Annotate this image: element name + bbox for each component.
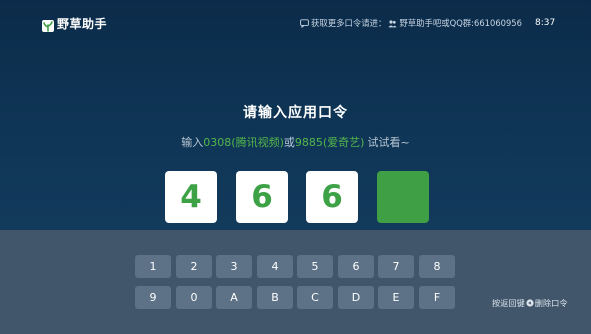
key-d[interactable]: D [338, 286, 374, 309]
hint-prefix: 输入 [181, 136, 204, 149]
key-8[interactable]: 8 [419, 255, 455, 278]
hint-app-tencent: (腾讯视频) [231, 136, 284, 149]
key-f[interactable]: F [419, 286, 455, 309]
brand-name: 野草助手 [57, 16, 108, 31]
code-input[interactable]: 4 6 6 [165, 171, 429, 223]
back-hint-prefix: 按返回键 [492, 298, 525, 308]
key-0[interactable]: 0 [176, 286, 212, 309]
key-2[interactable]: 2 [176, 255, 212, 278]
message-icon [300, 18, 309, 28]
keypad-area: 1 2 3 4 5 6 7 8 9 0 A B C D E F 按返回键 删除口… [0, 230, 591, 334]
code-digit-4-active[interactable] [377, 171, 429, 223]
keypad: 1 2 3 4 5 6 7 8 9 0 A B C D E F [135, 255, 455, 310]
group-chat-icon [388, 19, 397, 28]
key-3[interactable]: 3 [216, 255, 252, 278]
clock-time: 8:37 [535, 18, 556, 28]
code-entry-panel: 野草助手 获取更多口令请进： 野草助手吧或QQ群:661060956 8:37 … [0, 0, 591, 230]
hint-code-tencent: 0308 [203, 136, 232, 149]
key-1[interactable]: 1 [135, 255, 171, 278]
code-digit-3: 6 [306, 171, 358, 223]
notice-group: 野草助手吧或QQ群:661060956 [399, 18, 522, 28]
brand: 野草助手 [42, 14, 107, 32]
page-title: 请输入应用口令 [243, 105, 348, 121]
key-7[interactable]: 7 [378, 255, 414, 278]
hint-app-iqiyi: (爱奇艺) [322, 136, 365, 149]
notice-text: 获取更多口令请进： [311, 18, 387, 28]
code-digit-1: 4 [165, 171, 217, 223]
key-b[interactable]: B [257, 286, 293, 309]
back-key-hint: 按返回键 删除口令 [492, 297, 568, 309]
notice: 获取更多口令请进： 野草助手吧或QQ群:661060956 [300, 16, 522, 30]
key-5[interactable]: 5 [297, 255, 333, 278]
key-e[interactable]: E [378, 286, 414, 309]
key-c[interactable]: C [297, 286, 333, 309]
header-bar: 野草助手 获取更多口令请进： 野草助手吧或QQ群:661060956 8:37 [0, 0, 591, 44]
hint-or: 或 [283, 136, 295, 149]
back-hint-suffix: 删除口令 [534, 298, 568, 308]
key-6[interactable]: 6 [338, 255, 374, 278]
code-digit-2: 6 [236, 171, 288, 223]
key-a[interactable]: A [216, 286, 252, 309]
key-4[interactable]: 4 [257, 255, 293, 278]
circle-back-icon [526, 299, 534, 307]
hint-code-iqiyi: 9885 [294, 136, 323, 149]
key-9[interactable]: 9 [135, 286, 171, 309]
hint-suffix: 试试看~ [367, 136, 410, 149]
code-hint: 输入0308(腾讯视频)或9885(爱奇艺) 试试看~ [0, 134, 591, 150]
wild-grass-logo-icon [42, 17, 54, 32]
